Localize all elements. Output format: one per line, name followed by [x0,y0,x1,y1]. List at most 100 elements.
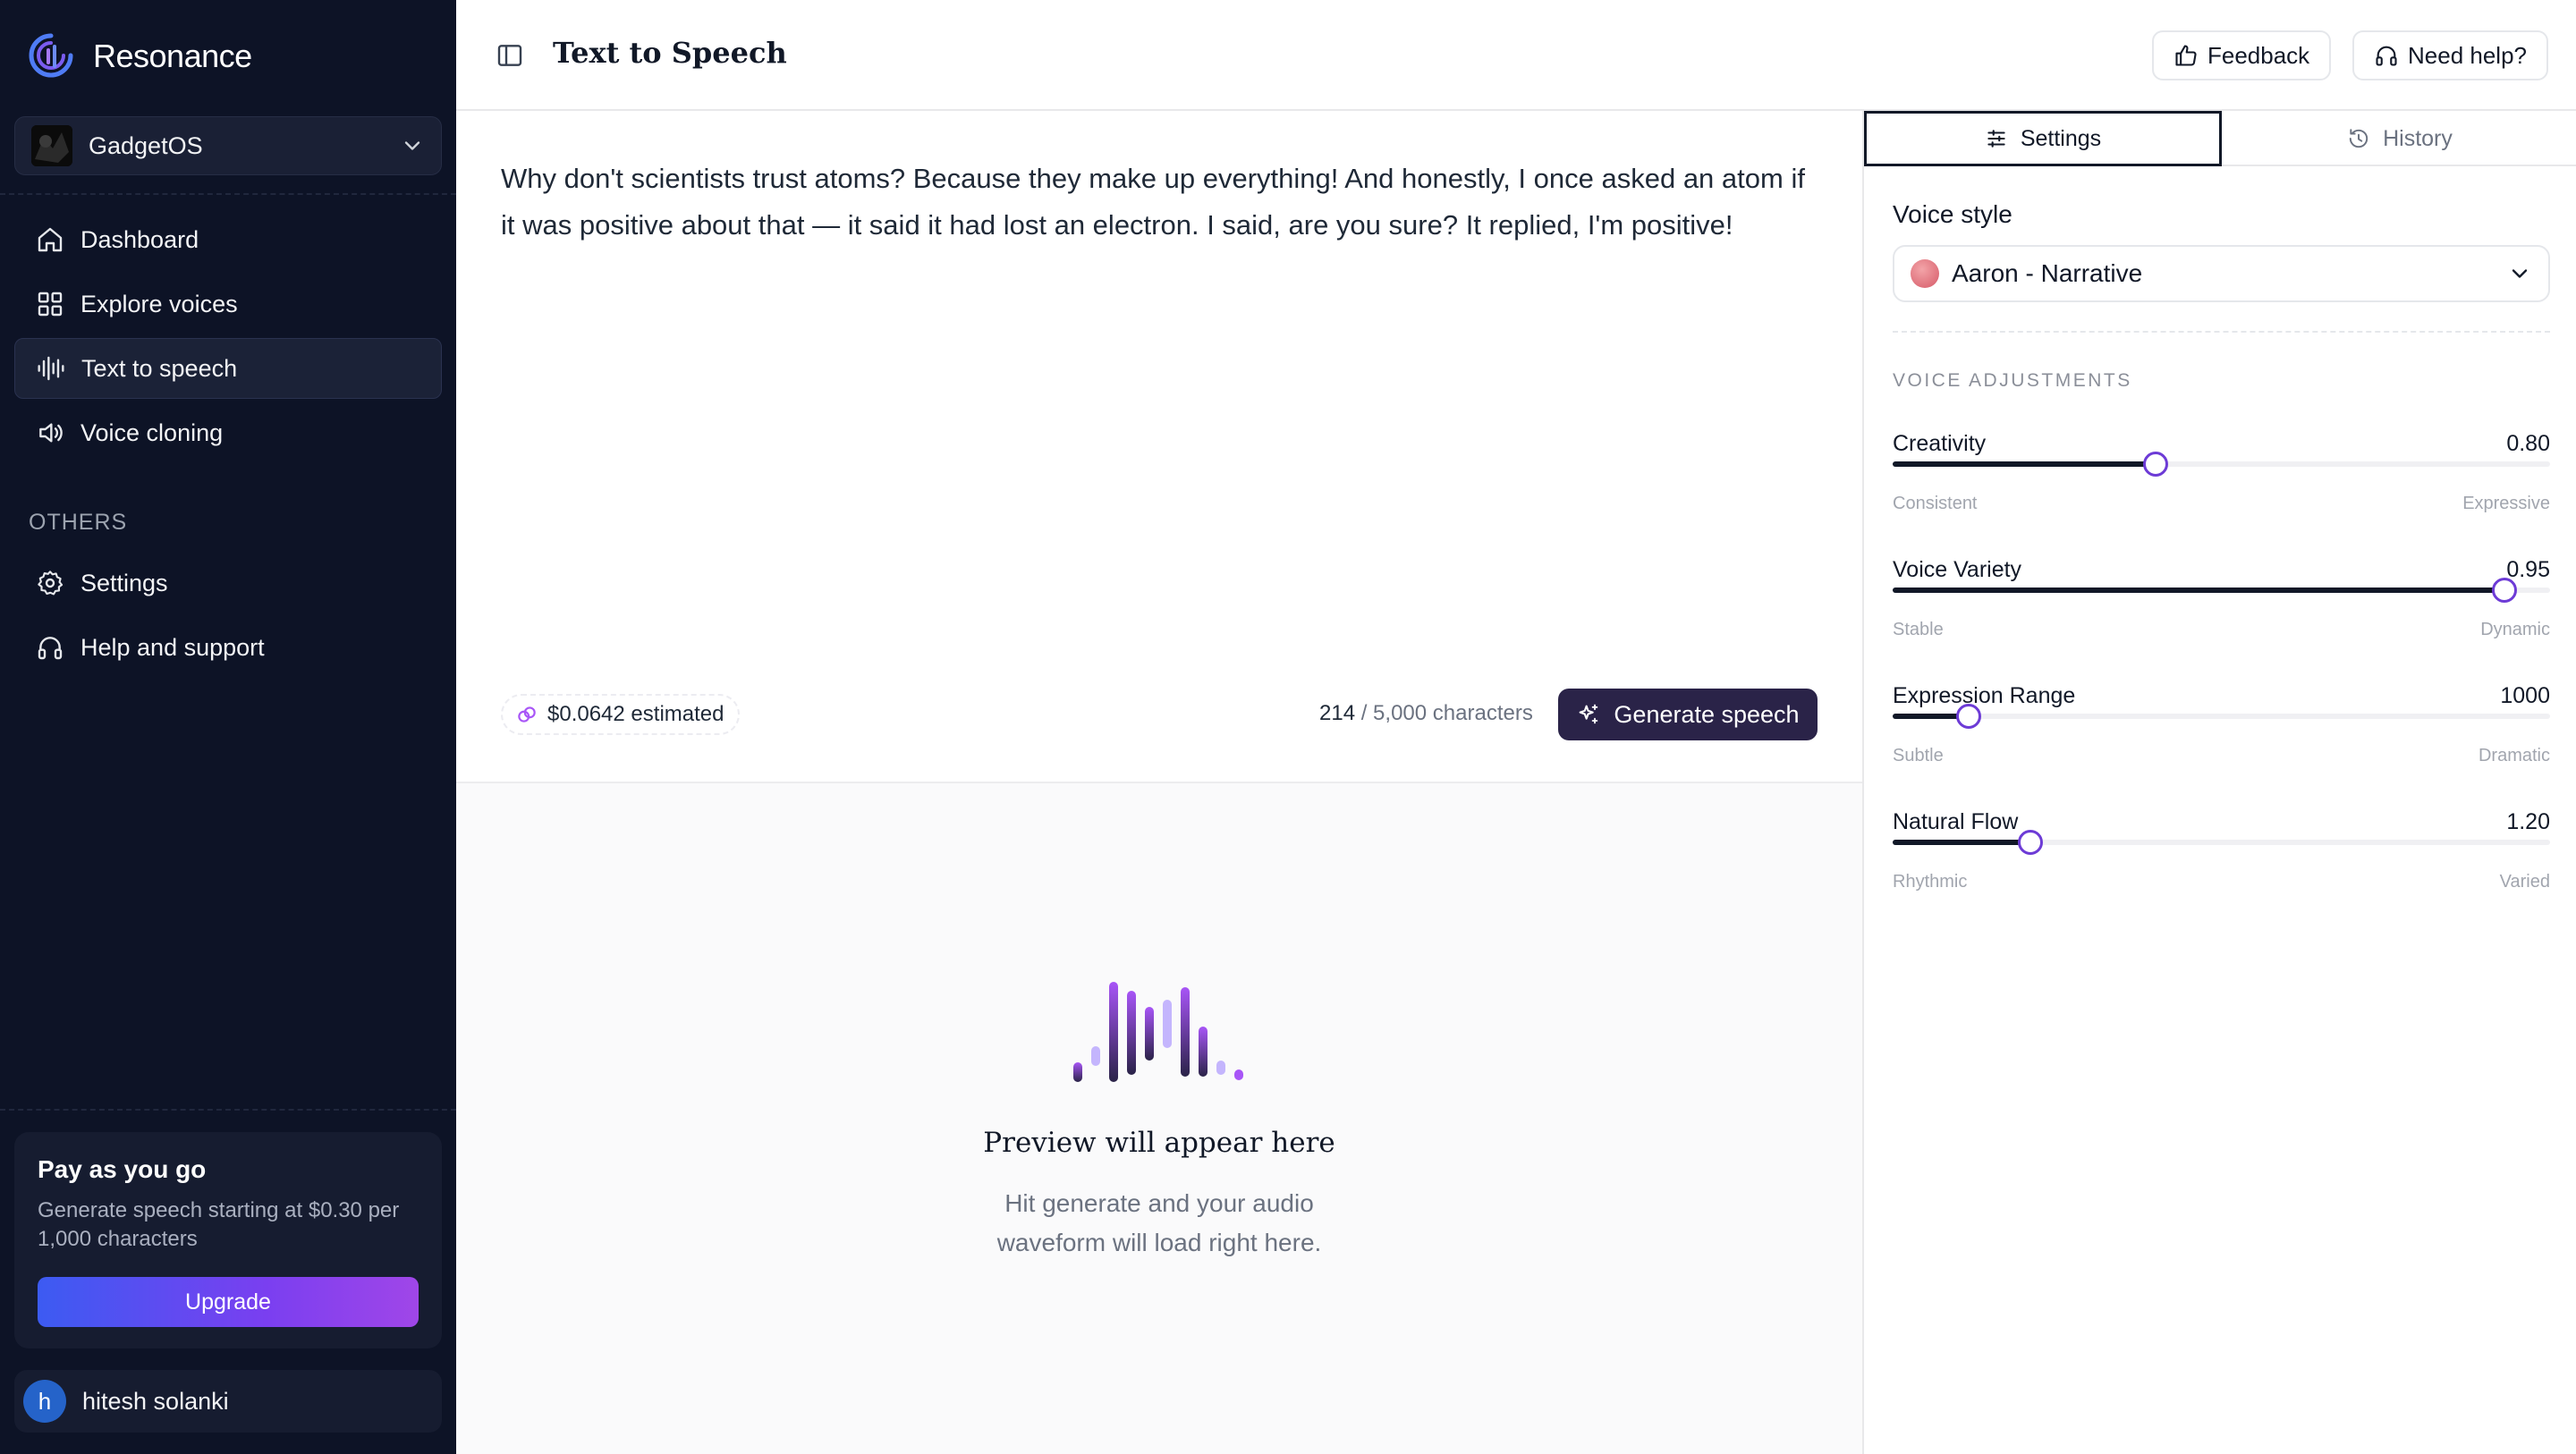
cost-estimate: $0.0642 estimated [547,702,724,726]
sidebar-item-help[interactable]: Help and support [14,617,442,678]
sidebar-item-label: Text to speech [81,354,238,382]
coins-icon [518,706,536,723]
sidebar-toggle-icon[interactable] [496,41,524,70]
slider-thumb[interactable] [2018,830,2044,855]
speech-text-input[interactable]: Why don't scientists trust atoms? Becaus… [501,156,1816,249]
tab-history[interactable]: History [2222,111,2576,166]
preview-description: Hit generate and your audio waveform wil… [456,1184,1862,1263]
panel-tabs: Settings History [1864,111,2576,166]
slider-creativity: Creativity 0.80 Consistent Expressive [1893,431,2550,529]
chevron-down-icon [404,141,420,150]
slider-track[interactable] [1893,704,2550,729]
slider-value: 0.95 [2506,557,2550,582]
sidebar-item-explore-voices[interactable]: Explore voices [14,274,442,334]
gear-icon [38,571,64,596]
workspace-switcher[interactable]: GadgetOS [14,116,442,175]
sparkles-icon [1580,704,1598,724]
slider-min-label: Rhythmic [1893,872,1968,892]
preview-title: Preview will appear here [983,1127,1335,1159]
voice-style-label: Voice style [1893,200,2012,228]
brand-name: Resonance [93,38,252,74]
slider-max-label: Dynamic [2480,620,2550,639]
slider-natural-flow: Natural Flow 1.20 Rhythmic Varied [1893,809,2550,908]
page-title: Text to Speech [553,36,787,70]
generate-label: Generate speech [1614,700,1800,728]
cost-estimate-badge: $0.0642 estimated [501,694,741,735]
voice-avatar [1911,259,1939,288]
upgrade-title: Pay as you go [38,1155,207,1183]
sidebar: Resonance GadgetOS Dashboard Explore voi… [0,0,456,1454]
need-help-label: Need help? [2408,41,2527,69]
slider-fill [1893,840,2031,845]
preview-description-line: waveform will load right here. [996,1229,1322,1256]
sidebar-item-label: Settings [80,569,168,596]
char-limit: / 5,000 characters [1360,701,1533,725]
chevron-down-icon [2512,269,2528,278]
thumbs-up-icon [2175,45,2197,66]
sidebar-divider [0,1109,456,1111]
tab-settings[interactable]: Settings [1864,111,2222,166]
slider-thumb[interactable] [2491,578,2517,603]
user-name: hitesh solanki [82,1387,229,1415]
voice-style-select[interactable]: Aaron - Narrative [1893,245,2550,302]
slider-track[interactable] [1893,830,2550,855]
upgrade-button[interactable]: Upgrade [38,1277,419,1327]
others-heading: OTHERS [29,510,128,535]
sidebar-item-label: Explore voices [80,290,238,317]
avatar: h [23,1380,66,1423]
workspace-avatar [31,125,72,166]
upgrade-card: Pay as you go Generate speech starting a… [14,1132,442,1348]
sliders-icon [1987,130,2005,148]
slider-voice-variety: Voice Variety 0.95 Stable Dynamic [1893,557,2550,655]
slider-label: Expression Range [1893,683,2076,708]
slider-max-label: Varied [2499,872,2550,892]
speaker-icon [39,423,63,443]
voice-selected: Aaron - Narrative [1952,259,2143,287]
tab-settings-label: Settings [2020,125,2102,151]
slider-label: Voice Variety [1893,557,2022,582]
audio-preview: Preview will appear here Hit generate an… [456,783,1862,1454]
slider-label: Creativity [1893,431,1987,456]
sidebar-item-voice-cloning[interactable]: Voice cloning [14,402,442,463]
slider-max-label: Expressive [2462,494,2550,513]
sidebar-item-settings[interactable]: Settings [14,553,442,613]
history-icon [2349,129,2368,148]
sidebar-item-label: Dashboard [80,225,199,253]
slider-track[interactable] [1893,452,2550,477]
workspace-name: GadgetOS [89,131,203,159]
slider-min-label: Stable [1893,620,1944,639]
feedback-label: Feedback [2207,41,2310,69]
generate-speech-button[interactable]: Generate speech [1558,689,1818,740]
headphones-icon [2376,46,2397,66]
slider-min-label: Consistent [1893,494,1978,513]
tab-history-label: History [2383,125,2453,151]
brand[interactable]: Resonance [29,32,252,80]
feedback-button[interactable]: Feedback [2152,30,2332,80]
slider-thumb[interactable] [2143,452,2168,477]
grid-icon [38,292,63,317]
slider-value: 1000 [2500,683,2550,708]
slider-thumb[interactable] [1955,704,1981,729]
voice-adjustments-title: VOICE ADJUSTMENTS [1893,370,2132,391]
sidebar-item-text-to-speech[interactable]: Text to speech [14,338,442,399]
settings-panel: Settings History Voice style Aaron - Nar… [1862,111,2576,1454]
header: Text to Speech Feedback Need help? [456,0,2576,111]
slider-fill [1893,588,2504,593]
panel-divider [1893,331,2550,333]
slider-track[interactable] [1893,578,2550,603]
user-menu[interactable]: h hitesh solanki [14,1370,442,1433]
sidebar-item-dashboard[interactable]: Dashboard [14,209,442,270]
char-used: 214 [1319,701,1356,725]
sidebar-item-label: Voice cloning [80,418,224,446]
headphones-icon [38,637,63,660]
home-icon [38,227,63,252]
slider-min-label: Subtle [1893,746,1944,765]
character-count: 214 / 5,000 characters [1319,701,1533,726]
need-help-button[interactable]: Need help? [2352,30,2548,80]
slider-expression-range: Expression Range 1000 Subtle Dramatic [1893,683,2550,782]
text-editor: Why don't scientists trust atoms? Becaus… [456,111,1862,783]
slider-max-label: Dramatic [2478,746,2550,765]
sidebar-item-label: Help and support [80,633,265,661]
slider-value: 0.80 [2506,431,2550,456]
resonance-logo-icon [29,33,73,78]
